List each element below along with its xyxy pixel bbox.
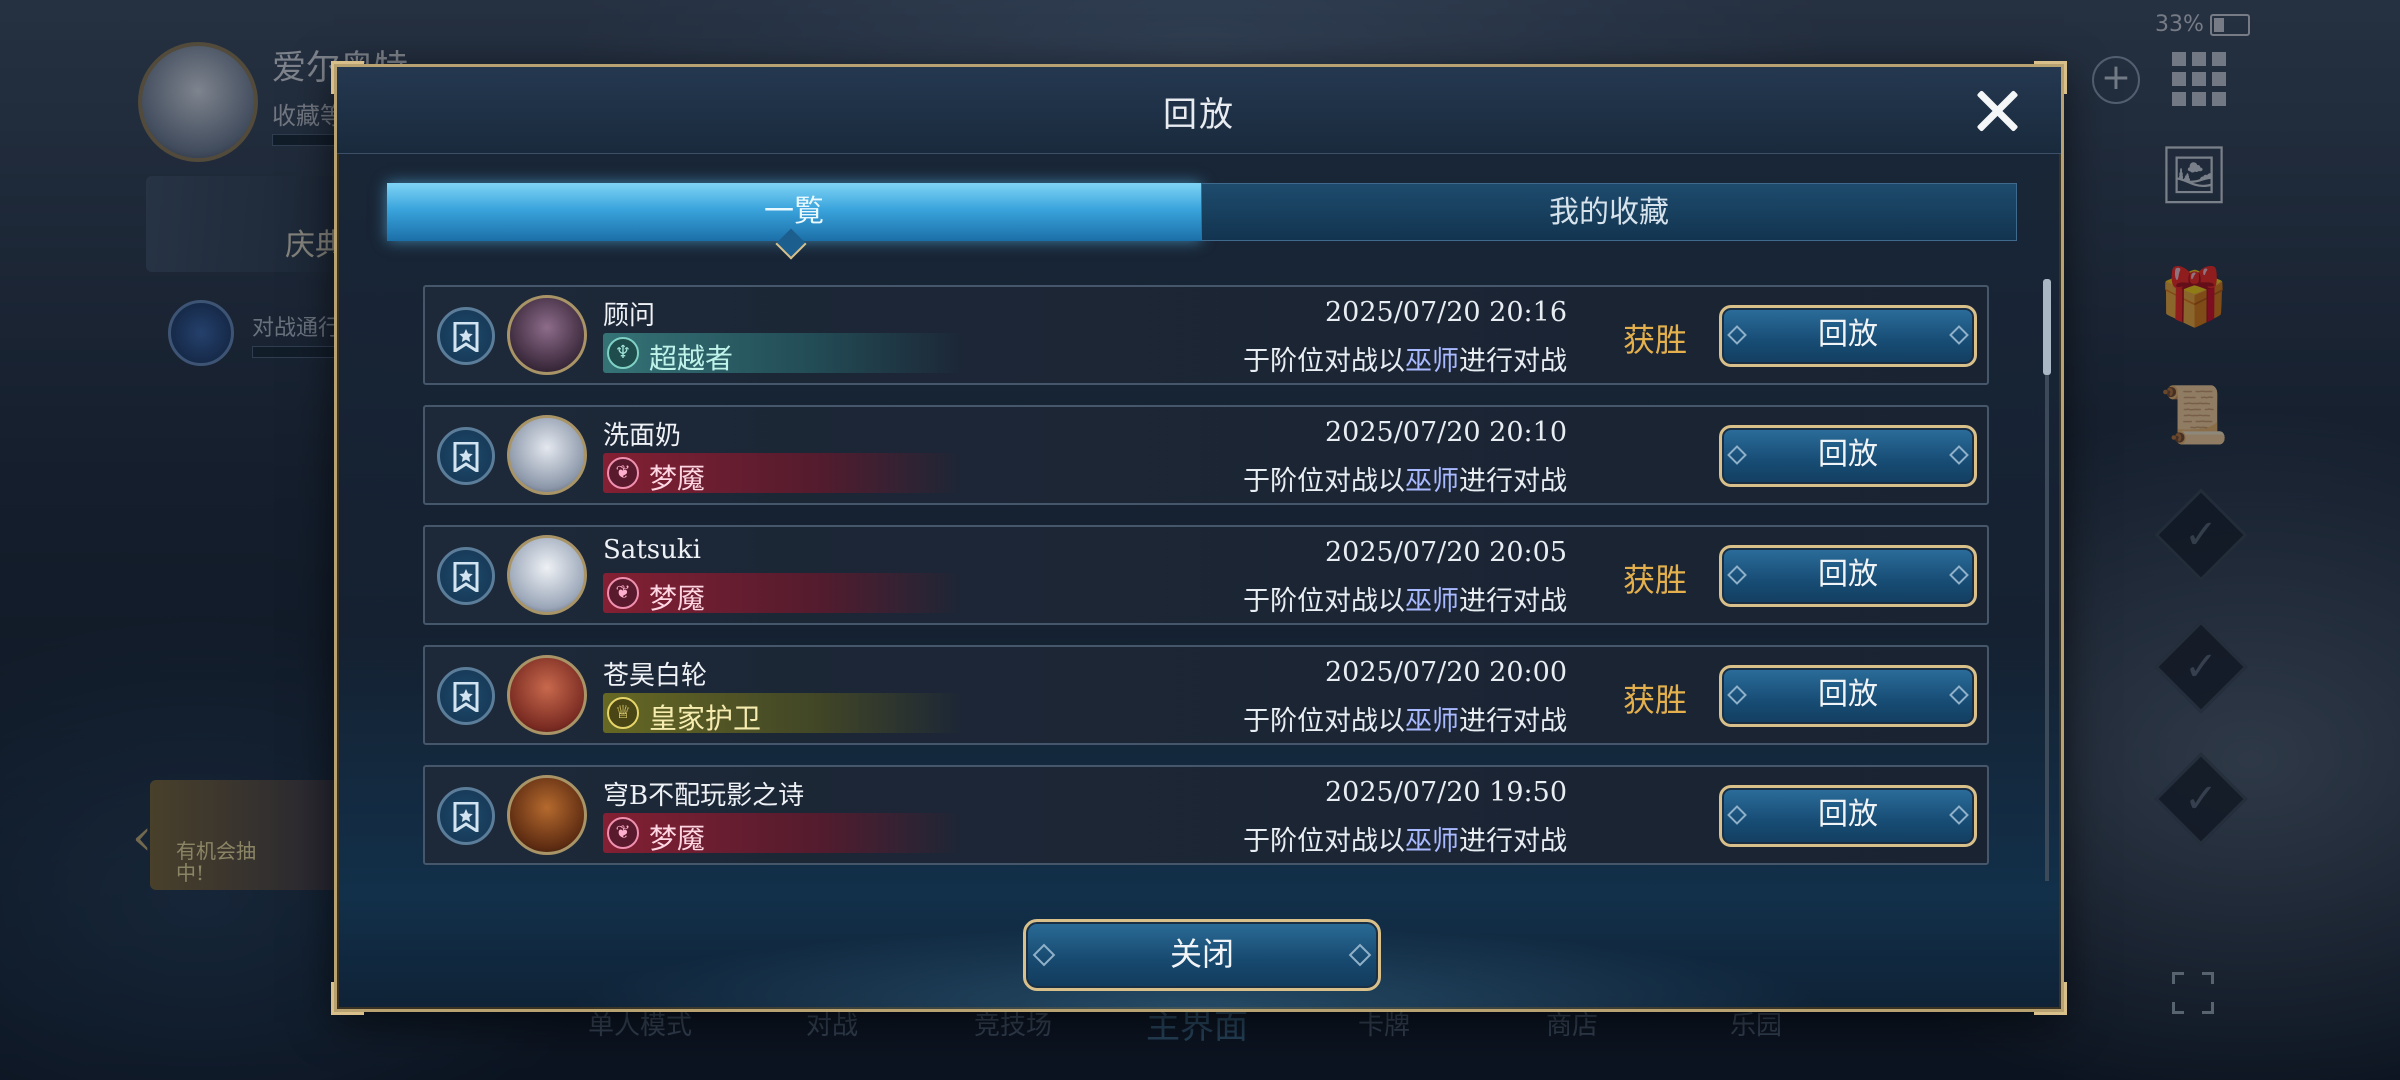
bookmark-star-icon (453, 802, 479, 832)
class-name: 超越者 (649, 342, 734, 375)
class-emblem-icon: ♆ (607, 337, 639, 369)
close-button[interactable]: 关闭 (1023, 919, 1381, 991)
replay-dialog: 回放 一覧 我的收藏 顾问 ♆ 超越者 2025/07/20 20:16 于阶位… (331, 61, 2067, 1015)
player-class: 巫师 (1405, 346, 1459, 377)
list-scrollbar-thumb[interactable] (2043, 279, 2051, 375)
mode-suffix: 进行对战 (1459, 466, 1567, 497)
class-emblem-icon: ♕ (607, 697, 639, 729)
class-tag: ❦ 梦魇 (603, 453, 963, 495)
mode-prefix: 于阶位对战以 (1243, 826, 1405, 857)
tab-bar: 一覧 我的收藏 (387, 183, 2017, 241)
opponent-name: 穹B不配玩影之诗 (603, 781, 805, 811)
opponent-name: 苍昊白轮 (603, 661, 708, 691)
mode-suffix: 进行对战 (1459, 706, 1567, 737)
favorite-star-button[interactable] (437, 547, 495, 605)
mode-suffix: 进行对战 (1459, 586, 1567, 617)
opponent-avatar (507, 295, 587, 375)
class-tag: ♕ 皇家护卫 (603, 693, 963, 735)
replay-button[interactable]: 回放 (1719, 545, 1977, 607)
class-name: 梦魇 (649, 462, 706, 495)
bookmark-star-icon (453, 322, 479, 352)
bookmark-star-icon (453, 682, 479, 712)
mode-suffix: 进行对战 (1459, 346, 1567, 377)
match-result: 获胜 (1622, 561, 1687, 599)
favorite-star-button[interactable] (437, 427, 495, 485)
class-tag: ❦ 梦魇 (603, 813, 963, 855)
replay-row: 顾问 ♆ 超越者 2025/07/20 20:16 于阶位对战以巫师进行对战 获… (423, 285, 1989, 385)
close-icon[interactable] (1973, 87, 2021, 135)
corner-ornament (2034, 982, 2067, 1015)
mode-prefix: 于阶位对战以 (1243, 586, 1405, 617)
match-datetime: 2025/07/20 20:16 (1324, 297, 1567, 328)
opponent-avatar (507, 535, 587, 615)
mode-prefix: 于阶位对战以 (1243, 346, 1405, 377)
player-class: 巫师 (1405, 466, 1459, 497)
match-mode: 于阶位对战以巫师进行对战 (1243, 459, 1567, 498)
replay-row: 苍昊白轮 ♕ 皇家护卫 2025/07/20 20:00 于阶位对战以巫师进行对… (423, 645, 1989, 745)
opponent-name: Satsuki (603, 535, 701, 565)
bookmark-star-icon (453, 442, 479, 472)
favorite-star-button[interactable] (437, 787, 495, 845)
class-tag: ♆ 超越者 (603, 333, 963, 375)
dialog-header: 回放 (337, 67, 2061, 154)
opponent-name: 顾问 (603, 301, 656, 331)
opponent-name: 洗面奶 (603, 421, 682, 451)
tab-favorites[interactable]: 我的收藏 (1201, 183, 2017, 241)
mode-prefix: 于阶位对战以 (1243, 466, 1405, 497)
mode-suffix: 进行对战 (1459, 826, 1567, 857)
class-emblem-icon: ❦ (607, 457, 639, 489)
match-result: 获胜 (1622, 321, 1687, 359)
tab-list[interactable]: 一覧 (387, 183, 1201, 241)
player-class: 巫师 (1405, 586, 1459, 617)
replay-list[interactable]: 顾问 ♆ 超越者 2025/07/20 20:16 于阶位对战以巫师进行对战 获… (423, 285, 1991, 939)
replay-button[interactable]: 回放 (1719, 425, 1977, 487)
favorite-star-button[interactable] (437, 307, 495, 365)
match-datetime: 2025/07/20 20:00 (1324, 657, 1567, 688)
replay-row: 洗面奶 ❦ 梦魇 2025/07/20 20:10 于阶位对战以巫师进行对战 回… (423, 405, 1989, 505)
class-name: 皇家护卫 (649, 702, 762, 735)
class-emblem-icon: ❦ (607, 817, 639, 849)
match-mode: 于阶位对战以巫师进行对战 (1243, 579, 1567, 618)
replay-button[interactable]: 回放 (1719, 665, 1977, 727)
match-datetime: 2025/07/20 19:50 (1324, 777, 1567, 808)
class-name: 梦魇 (649, 582, 706, 615)
bookmark-star-icon (453, 562, 479, 592)
match-mode: 于阶位对战以巫师进行对战 (1243, 819, 1567, 858)
mode-prefix: 于阶位对战以 (1243, 706, 1405, 737)
opponent-avatar (507, 655, 587, 735)
match-mode: 于阶位对战以巫师进行对战 (1243, 699, 1567, 738)
opponent-avatar (507, 775, 587, 855)
dialog-title: 回放 (1163, 95, 1235, 135)
class-emblem-icon: ❦ (607, 577, 639, 609)
match-datetime: 2025/07/20 20:05 (1324, 537, 1567, 568)
corner-ornament (331, 982, 364, 1015)
match-datetime: 2025/07/20 20:10 (1324, 417, 1567, 448)
match-mode: 于阶位对战以巫师进行对战 (1243, 339, 1567, 378)
class-tag: ❦ 梦魇 (603, 573, 963, 615)
replay-row: Satsuki ❦ 梦魇 2025/07/20 20:05 于阶位对战以巫师进行… (423, 525, 1989, 625)
replay-button[interactable]: 回放 (1719, 785, 1977, 847)
class-name: 梦魇 (649, 822, 706, 855)
match-result: 获胜 (1622, 681, 1687, 719)
replay-row: 穹B不配玩影之诗 ❦ 梦魇 2025/07/20 19:50 于阶位对战以巫师进… (423, 765, 1989, 865)
player-class: 巫师 (1405, 826, 1459, 857)
replay-button[interactable]: 回放 (1719, 305, 1977, 367)
player-class: 巫师 (1405, 706, 1459, 737)
opponent-avatar (507, 415, 587, 495)
favorite-star-button[interactable] (437, 667, 495, 725)
